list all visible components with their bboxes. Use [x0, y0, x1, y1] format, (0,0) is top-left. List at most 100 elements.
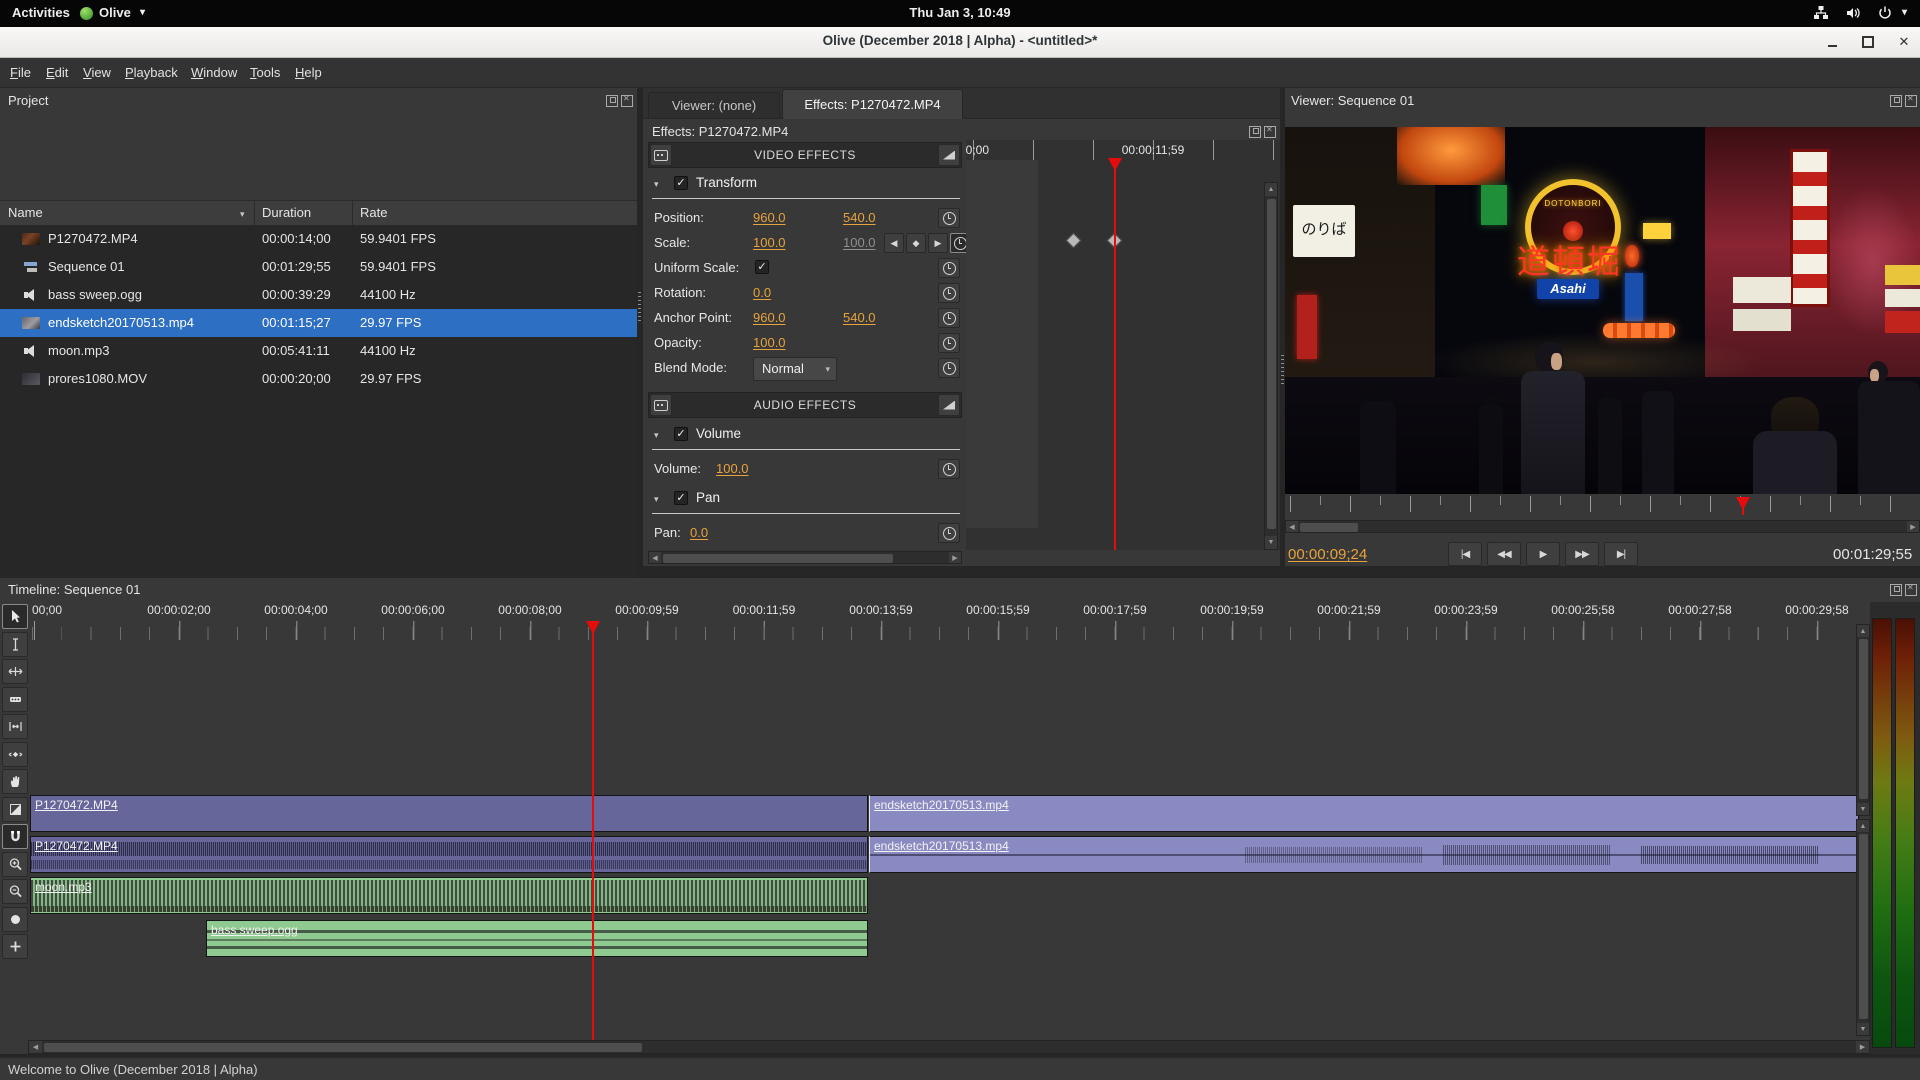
- project-row-sequence01[interactable]: Sequence 01 00:01:29;55 59.9401 FPS: [0, 253, 637, 281]
- scroll-up-icon[interactable]: ▲: [1857, 820, 1869, 832]
- anchor-y-value[interactable]: 540.0: [843, 306, 876, 330]
- tool-pointer[interactable]: [2, 604, 28, 629]
- add-video-effect-button[interactable]: [650, 144, 672, 166]
- video-tracks-vscrollbar[interactable]: ▲ ▼: [1856, 624, 1870, 816]
- previous-keyframe-button[interactable]: ◀: [884, 233, 904, 253]
- menu-file[interactable]: File: [0, 58, 41, 87]
- toggle-keyframe-button[interactable]: ◆: [906, 233, 926, 253]
- column-name[interactable]: Name: [8, 201, 43, 225]
- project-row-moon[interactable]: moon.mp3 00:05:41:11 44100 Hz: [0, 337, 637, 365]
- add-audio-effect-button[interactable]: [650, 394, 672, 416]
- position-keyframe-toggle[interactable]: [938, 208, 960, 228]
- blend-keyframe-toggle[interactable]: [938, 358, 960, 378]
- scroll-down-icon[interactable]: ▼: [1265, 536, 1277, 549]
- timeline-clip-audio-endsketch[interactable]: endsketch20170513.mp4: [869, 836, 1859, 873]
- tool-transition[interactable]: [2, 797, 28, 822]
- pan-effect-title[interactable]: Pan: [696, 490, 720, 505]
- scroll-left-icon[interactable]: ◀: [1286, 521, 1298, 532]
- project-table-header[interactable]: Name ▾ Duration Rate: [0, 200, 637, 226]
- pan-collapse-arrow-icon[interactable]: ▾: [654, 494, 659, 505]
- video-preview[interactable]: のりば DOTONBORI 道頓堀 Asahi: [1285, 127, 1920, 494]
- uniform-scale-keyframe-toggle[interactable]: [938, 258, 960, 278]
- tool-razor[interactable]: [2, 687, 28, 712]
- tool-zoom-in[interactable]: [2, 852, 28, 877]
- anchor-x-value[interactable]: 960.0: [753, 306, 786, 330]
- fast-forward-button[interactable]: ▶▶: [1565, 542, 1599, 566]
- clock[interactable]: Thu Jan 3, 10:49: [0, 5, 1920, 20]
- timeline-clip-video-p1270472[interactable]: P1270472.MP4: [30, 795, 868, 832]
- scrollbar-thumb[interactable]: [1859, 834, 1868, 1019]
- power-icon[interactable]: [1876, 5, 1894, 21]
- volume-collapse-arrow-icon[interactable]: ▾: [654, 430, 659, 441]
- scroll-down-icon[interactable]: ▼: [1857, 803, 1869, 815]
- tool-edit[interactable]: [2, 632, 28, 657]
- network-icon[interactable]: [1812, 5, 1830, 21]
- pan-keyframe-toggle[interactable]: [938, 523, 960, 543]
- viewer-ruler[interactable]: [1285, 496, 1920, 516]
- play-button[interactable]: ▶: [1526, 542, 1560, 566]
- timeline-playhead-marker[interactable]: [586, 621, 600, 634]
- position-y-value[interactable]: 540.0: [843, 206, 876, 230]
- timeline-clip-bass-sweep[interactable]: bass sweep.ogg: [206, 920, 868, 957]
- minimize-button[interactable]: [1823, 33, 1841, 51]
- column-duration[interactable]: Duration: [262, 201, 311, 225]
- tray-arrow-icon[interactable]: ▾: [1902, 7, 1907, 18]
- timeline-clip-moon-mp3[interactable]: moon.mp3: [30, 877, 868, 914]
- volume-value[interactable]: 100.0: [716, 457, 749, 481]
- scroll-right-icon[interactable]: ▶: [949, 552, 961, 563]
- volume-icon[interactable]: [1844, 5, 1862, 21]
- project-row-bass-sweep[interactable]: bass sweep.ogg 00:00:39:29 44100 Hz: [0, 281, 637, 309]
- scroll-left-icon[interactable]: ◀: [649, 552, 661, 563]
- transform-effect-title[interactable]: Transform: [696, 175, 757, 190]
- panel-splitter-handle[interactable]: [638, 292, 641, 322]
- rewind-button[interactable]: ◀◀: [1487, 542, 1521, 566]
- timeline-ruler[interactable]: 00;00 00:00:02;00 00:00:04;00 00:00:06;0…: [30, 603, 1856, 643]
- panel-float-icon[interactable]: [606, 95, 618, 107]
- rotation-keyframe-toggle[interactable]: [938, 283, 960, 303]
- tool-hand[interactable]: [2, 769, 28, 794]
- keyframe-vscrollbar[interactable]: ▲ ▼: [1264, 182, 1278, 550]
- anchor-keyframe-toggle[interactable]: [938, 308, 960, 328]
- scrollbar-thumb[interactable]: [663, 554, 893, 563]
- scrollbar-thumb[interactable]: [44, 1043, 642, 1052]
- timeline-clip-audio-p1270472[interactable]: P1270472.MP4: [30, 836, 868, 873]
- project-row-p1270472[interactable]: P1270472.MP4 00:00:14;00 59.9401 FPS: [0, 225, 637, 253]
- menu-view[interactable]: View: [73, 58, 121, 87]
- opacity-value[interactable]: 100.0: [753, 331, 786, 355]
- scroll-up-icon[interactable]: ▲: [1265, 183, 1277, 196]
- scroll-left-icon[interactable]: ◀: [29, 1041, 42, 1053]
- tool-add[interactable]: [2, 934, 28, 959]
- panel-float-icon[interactable]: [1890, 584, 1902, 596]
- maximize-button[interactable]: [1859, 33, 1877, 51]
- scroll-up-icon[interactable]: ▲: [1857, 625, 1869, 637]
- tool-record[interactable]: [2, 907, 28, 932]
- menu-playback[interactable]: Playback: [115, 58, 188, 87]
- pan-value[interactable]: 0.0: [690, 521, 708, 545]
- panel-close-icon[interactable]: [621, 94, 633, 107]
- tool-ripple[interactable]: [2, 659, 28, 684]
- timeline-hscrollbar[interactable]: ◀ ▶: [28, 1040, 1870, 1054]
- project-row-endsketch-selected[interactable]: endsketch20170513.mp4 00:01:15;27 29.97 …: [0, 309, 637, 337]
- audio-tracks-vscrollbar[interactable]: ▲ ▼: [1856, 819, 1870, 1036]
- position-x-value[interactable]: 960.0: [753, 206, 786, 230]
- rotation-value[interactable]: 0.0: [753, 281, 771, 305]
- skip-to-end-button[interactable]: ▶|: [1604, 542, 1638, 566]
- next-keyframe-button[interactable]: ▶: [928, 233, 948, 253]
- scroll-right-icon[interactable]: ▶: [1907, 521, 1919, 532]
- scale-x-value[interactable]: 100.0: [753, 231, 786, 255]
- collapse-audio-effects-button[interactable]: [938, 394, 960, 416]
- window-titlebar[interactable]: Olive (December 2018 | Alpha) - <untitle…: [0, 27, 1920, 58]
- blend-mode-dropdown[interactable]: Normal ▾: [753, 357, 837, 381]
- viewer-hscrollbar[interactable]: ◀ ▶: [1285, 520, 1920, 533]
- transform-collapse-arrow-icon[interactable]: ▾: [654, 179, 659, 190]
- volume-effect-title[interactable]: Volume: [696, 426, 741, 441]
- volume-keyframe-toggle[interactable]: [938, 459, 960, 479]
- panel-float-icon[interactable]: [1890, 95, 1902, 107]
- scroll-down-icon[interactable]: ▼: [1857, 1023, 1869, 1035]
- panel-close-icon[interactable]: [1264, 125, 1276, 138]
- panel-splitter-handle[interactable]: [1281, 355, 1284, 385]
- scroll-right-icon[interactable]: ▶: [1856, 1041, 1869, 1053]
- timeline-clip-video-endsketch[interactable]: endsketch20170513.mp4: [869, 795, 1859, 832]
- scrollbar-thumb[interactable]: [1859, 639, 1868, 799]
- skip-to-start-button[interactable]: |◀: [1448, 542, 1482, 566]
